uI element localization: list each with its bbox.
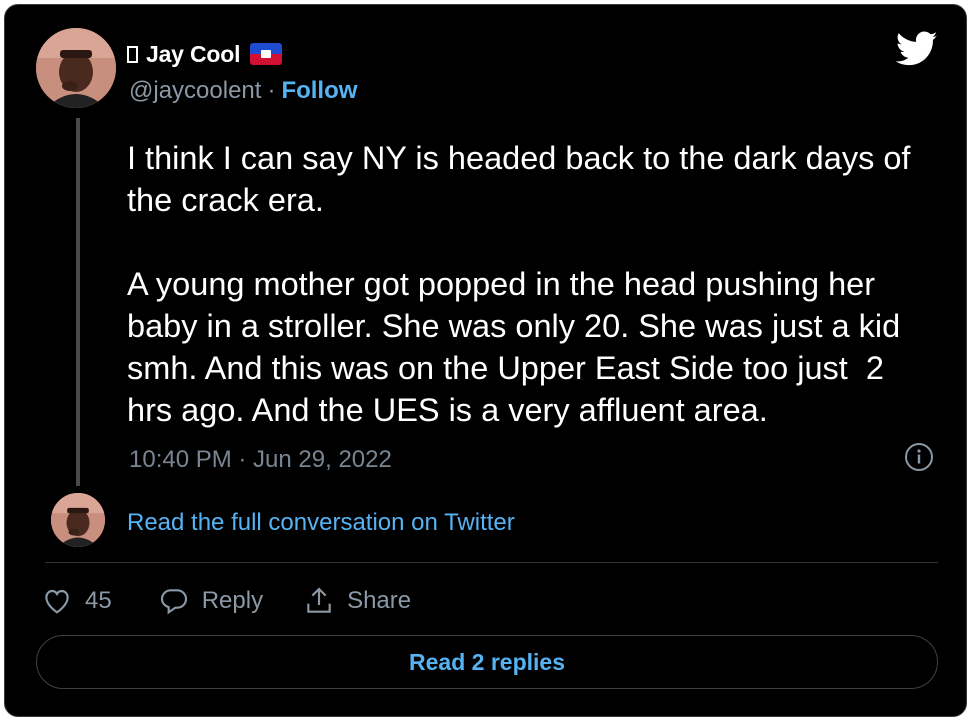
info-icon[interactable]	[904, 442, 934, 472]
author-handle-row: @jaycoolent · Follow	[129, 77, 357, 105]
emoji-placeholder-icon	[127, 45, 138, 63]
tweet-actions: 45 Reply Share	[41, 583, 411, 619]
conversation-avatar[interactable]	[51, 493, 105, 547]
share-upload-icon	[307, 587, 331, 613]
read-full-conversation-link[interactable]: Read the full conversation on Twitter	[127, 509, 515, 537]
share-label: Share	[347, 587, 412, 614]
embedded-tweet-card: Jay Cool @jaycoolent · Follow I think I …	[4, 4, 967, 717]
speech-bubble-icon	[160, 589, 187, 615]
thread-connector-line	[76, 118, 80, 486]
handle-separator: ·	[267, 77, 276, 104]
follow-link[interactable]: Follow	[281, 77, 357, 105]
tweet-timestamp[interactable]: 10:40 PM · Jun 29, 2022	[129, 446, 392, 474]
author-name-row[interactable]: Jay Cool	[127, 39, 283, 69]
divider	[45, 562, 938, 563]
author-avatar[interactable]	[36, 28, 116, 108]
read-replies-button[interactable]: Read 2 replies	[36, 635, 938, 689]
like-button[interactable]: 45	[41, 585, 112, 617]
share-button[interactable]: Share	[303, 585, 411, 617]
reply-label: Reply	[201, 587, 264, 614]
reply-button[interactable]: Reply	[158, 585, 263, 617]
haiti-flag-icon	[250, 43, 283, 65]
like-count: 45	[85, 587, 112, 614]
author-handle[interactable]: @jaycoolent	[129, 77, 261, 105]
author-display-name[interactable]: Jay Cool	[146, 41, 240, 68]
tweet-text: I think I can say NY is headed back to t…	[127, 140, 911, 428]
heart-icon	[45, 589, 69, 614]
twitter-bird-icon[interactable]	[896, 31, 938, 67]
